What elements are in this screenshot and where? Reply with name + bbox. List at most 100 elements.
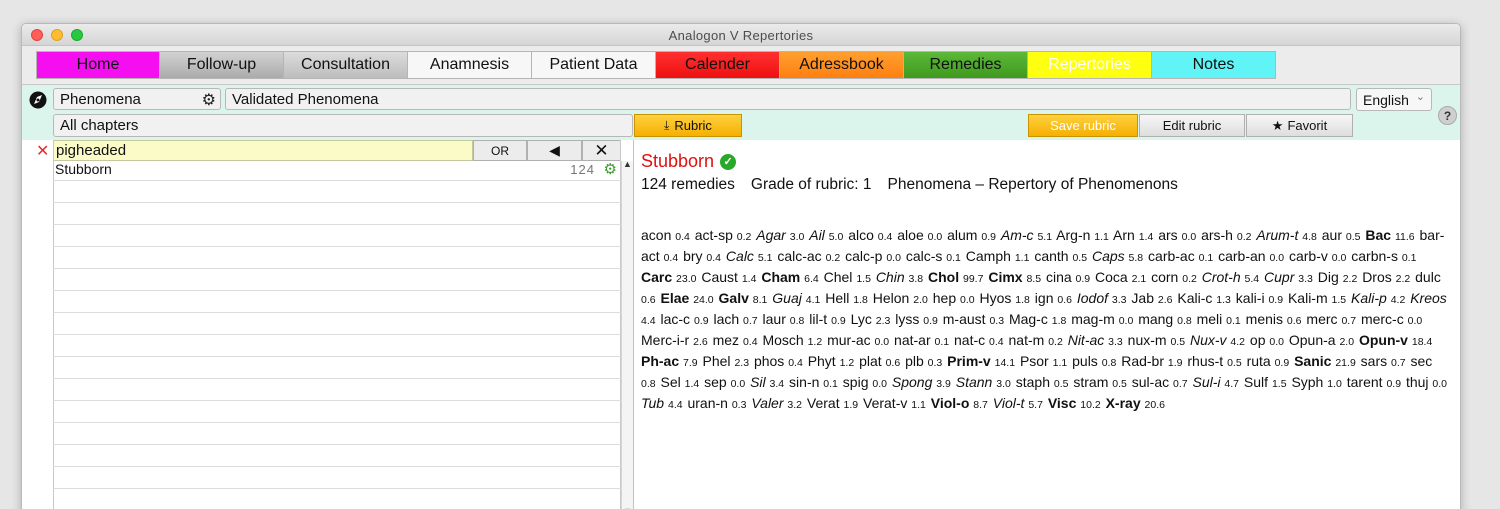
clear-button[interactable]: ✕ [582,140,621,161]
gear-icon[interactable]: ⚙ [202,90,216,110]
remedy-item[interactable]: Tub 4.4 [641,395,684,411]
remedy-item[interactable]: merc 0.7 [1306,311,1357,327]
rubric-button[interactable]: ⤓ Rubric [634,114,742,137]
remedy-item[interactable]: Opun-v 18.4 [1359,332,1433,348]
remedy-item[interactable]: Hell 1.8 [825,290,869,306]
favorit-button[interactable]: ★ Favorit [1246,114,1353,137]
remedy-item[interactable]: Calc 5.1 [726,248,774,264]
remedy-item[interactable]: Am-c 5.1 [1001,227,1053,243]
remedy-item[interactable]: Arum-t 4.8 [1256,227,1318,243]
remedy-item[interactable]: Lyc 2.3 [851,311,892,327]
remedy-item[interactable]: carbn-s 0.1 [1351,248,1417,264]
search-input[interactable]: pigheaded [53,140,473,161]
scroll-up-icon[interactable]: ▲ [623,159,632,169]
remedy-item[interactable]: lach 0.7 [713,311,758,327]
remedy-item[interactable]: Merc-i-r 2.6 [641,332,709,348]
remedy-item[interactable]: plb 0.3 [905,353,943,369]
remedy-item[interactable]: mur-ac 0.0 [827,332,890,348]
remedy-item[interactable]: Guaj 4.1 [772,290,821,306]
remedy-item[interactable]: Crot-h 5.4 [1202,269,1260,285]
remedy-item[interactable]: Rad-br 1.9 [1121,353,1183,369]
remedy-item[interactable]: Verat-v 1.1 [863,395,927,411]
tab-consultation[interactable]: Consultation [284,51,408,79]
remedy-item[interactable]: Phel 2.3 [703,353,751,369]
remedy-item[interactable]: alco 0.4 [848,227,893,243]
tab-repertories[interactable]: Repertories [1028,51,1152,79]
remedy-item[interactable]: Sel 1.4 [661,374,701,390]
remedy-item[interactable]: alum 0.9 [947,227,997,243]
remedy-item[interactable]: Psor 1.1 [1020,353,1068,369]
remedy-item[interactable]: Viol-o 8.7 [931,395,989,411]
tab-remedies[interactable]: Remedies [904,51,1028,79]
remedy-item[interactable]: carb-an 0.0 [1218,248,1285,264]
remedy-item[interactable]: menis 0.6 [1246,311,1303,327]
remedy-item[interactable]: Nux-v 4.2 [1190,332,1246,348]
remedy-item[interactable]: corn 0.2 [1151,269,1198,285]
list-item[interactable]: Stubborn 124 ⚙ [53,159,621,181]
remedy-item[interactable]: sars 0.7 [1361,353,1407,369]
remedy-item[interactable]: rhus-t 0.5 [1187,353,1242,369]
gear-icon[interactable]: ⚙ [604,160,617,178]
remedy-item[interactable]: Chin 3.8 [876,269,924,285]
remedy-item[interactable]: Syph 1.0 [1291,374,1342,390]
remedy-item[interactable]: stram 0.5 [1073,374,1128,390]
tab-follow-up[interactable]: Follow-up [160,51,284,79]
tab-notes[interactable]: Notes [1152,51,1276,79]
remedy-item[interactable]: aur 0.5 [1322,227,1362,243]
remedy-item[interactable]: Kali-m 1.5 [1288,290,1347,306]
remedy-item[interactable]: Iodof 3.3 [1077,290,1128,306]
remedy-item[interactable]: Helon 2.0 [873,290,929,306]
remedy-item[interactable]: Ph-ac 7.9 [641,353,699,369]
remedy-item[interactable]: Valer 3.2 [751,395,803,411]
repertory-name-field[interactable]: Validated Phenomena [225,88,1351,110]
remedy-item[interactable]: phos 0.4 [754,353,804,369]
remedy-item[interactable]: Cimx 8.5 [988,269,1042,285]
remedy-item[interactable]: staph 0.5 [1016,374,1070,390]
tab-anamnesis[interactable]: Anamnesis [408,51,532,79]
remedy-item[interactable]: sul-ac 0.7 [1132,374,1189,390]
remedy-item[interactable]: merc-c 0.0 [1361,311,1423,327]
remedy-item[interactable]: Verat 1.9 [807,395,859,411]
remedy-item[interactable]: puls 0.8 [1072,353,1117,369]
remedy-item[interactable]: Coca 2.1 [1095,269,1147,285]
remedy-item[interactable]: nat-m 0.2 [1009,332,1064,348]
remedy-item[interactable]: Mosch 1.2 [762,332,823,348]
remedy-item[interactable]: Cupr 3.3 [1264,269,1314,285]
edit-rubric-button[interactable]: Edit rubric [1139,114,1245,137]
remedy-item[interactable]: Chol 99.7 [928,269,984,285]
tab-patient-data[interactable]: Patient Data [532,51,656,79]
remedy-item[interactable]: kali-i 0.9 [1236,290,1284,306]
remedy-item[interactable]: Spong 3.9 [892,374,952,390]
tab-calender[interactable]: Calender [656,51,780,79]
remedy-item[interactable]: Cham 6.4 [761,269,819,285]
remedy-item[interactable]: Camph 1.1 [966,248,1031,264]
remedy-item[interactable]: sin-n 0.1 [789,374,839,390]
remedy-item[interactable]: tarent 0.9 [1347,374,1402,390]
remedy-item[interactable]: nat-ar 0.1 [894,332,950,348]
remedy-item[interactable]: Dig 2.2 [1318,269,1359,285]
remedy-item[interactable]: ars 0.0 [1158,227,1197,243]
remedy-item[interactable]: plat 0.6 [859,353,901,369]
remedy-item[interactable]: Ail 5.0 [809,227,844,243]
remedy-item[interactable]: Kali-c 1.3 [1177,290,1232,306]
remedy-item[interactable]: Sanic 21.9 [1294,353,1357,369]
remedy-item[interactable]: Viol-t 5.7 [993,395,1044,411]
remedy-item[interactable]: Sul-i 4.7 [1193,374,1241,390]
back-button[interactable]: ◀ [527,140,582,161]
remedy-item[interactable]: Mag-c 1.8 [1009,311,1067,327]
remedy-item[interactable]: Galv 8.1 [719,290,769,306]
remedy-item[interactable]: Sulf 1.5 [1244,374,1288,390]
remedy-item[interactable]: act-sp 0.2 [695,227,753,243]
remedy-item[interactable]: mez 0.4 [713,332,759,348]
remedy-item[interactable]: Agar 3.0 [756,227,805,243]
remedy-item[interactable]: mang 0.8 [1138,311,1193,327]
remedy-item[interactable]: aloe 0.0 [897,227,943,243]
remedy-item[interactable]: mag-m 0.0 [1071,311,1134,327]
remedy-item[interactable]: Chel 1.5 [824,269,872,285]
remedy-item[interactable]: Carc 23.0 [641,269,697,285]
remedy-item[interactable]: acon 0.4 [641,227,691,243]
remedy-item[interactable]: Caps 5.8 [1092,248,1144,264]
remedy-item[interactable]: Caust 1.4 [701,269,757,285]
tab-home[interactable]: Home [36,51,160,79]
remedy-item[interactable]: calc-p 0.0 [845,248,902,264]
